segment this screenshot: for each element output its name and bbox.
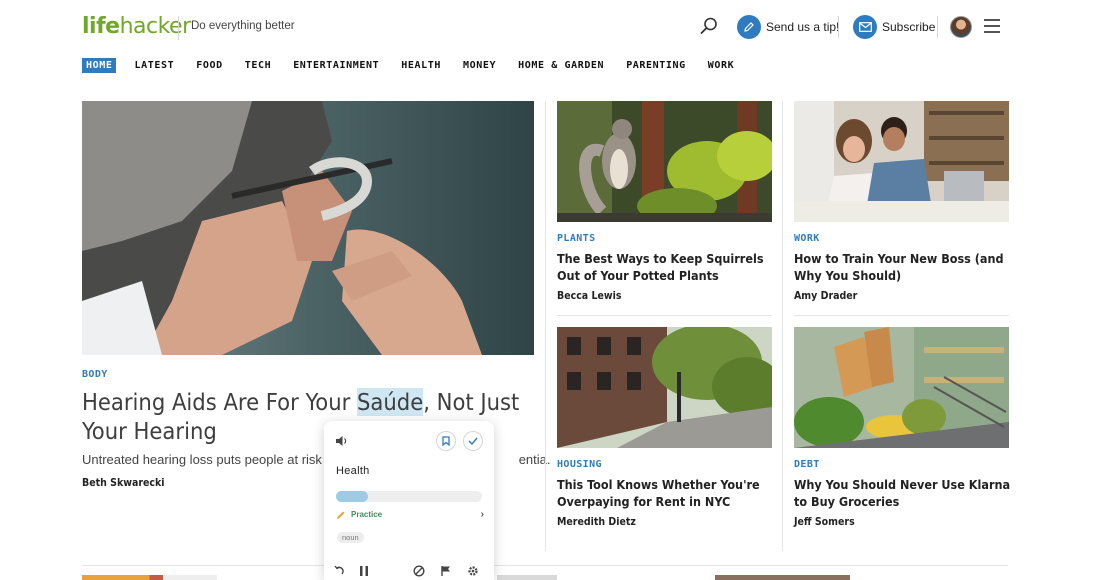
nav-item-money[interactable]: MONEY [459,58,500,73]
card-image-nyc-street[interactable] [557,327,772,448]
pencil-icon [737,15,761,39]
nav-item-parenting[interactable]: PARENTING [622,58,690,73]
card-title[interactable]: How to Train Your New Boss (and Why You … [794,250,1012,284]
send-tip-label: Send us a tip! [766,20,840,34]
hamburger-menu-icon[interactable] [984,19,1000,33]
hero-title-text: Hearing Aids Are For Your [82,388,357,416]
next-section-thumbnail[interactable] [497,575,557,580]
header-divider [838,16,839,38]
practice-label: Practice [351,510,383,519]
section-divider [82,565,1008,566]
card-image-office-meeting[interactable] [794,101,1009,222]
mail-icon [853,15,877,39]
logo-part-life: life [82,14,120,39]
check-icon [468,437,478,445]
flag-icon[interactable] [440,565,452,577]
send-tip-button[interactable]: Send us a tip! [737,15,839,39]
chevron-right-icon: › [480,509,484,520]
subscribe-label: Subscribe [882,20,936,34]
nav-item-health[interactable]: HEALTH [397,58,445,73]
pause-icon[interactable] [358,565,370,577]
card-title[interactable]: Why You Should Never Use Klarna to Buy G… [794,476,1012,510]
highlighted-word[interactable]: Saúde [357,388,424,416]
popup-toolbar [334,565,486,579]
site-logo[interactable]: lifehacker [82,14,191,39]
learning-progress-fill [336,491,369,502]
hero-author[interactable]: Beth Skwarecki [82,477,165,489]
hero-kicker[interactable]: BODY [82,369,108,380]
mark-known-button[interactable] [463,431,483,451]
search-icon[interactable] [699,16,719,36]
card-title[interactable]: The Best Ways to Keep Squirrels Out of Y… [557,250,775,284]
user-avatar[interactable] [950,16,972,38]
card-image-groceries[interactable] [794,327,1009,448]
bookmark-icon [442,436,450,446]
settings-gear-icon[interactable] [467,565,479,577]
logo-part-hacker: hacker [119,14,192,39]
row-divider [557,315,772,316]
nav-item-home-garden[interactable]: HOME & GARDEN [514,58,608,73]
main-nav: HOME LATEST FOOD TECH ENTERTAINMENT HEAL… [82,57,752,73]
column-divider [782,101,783,551]
pencil-icon [337,511,345,519]
hero-image-hearing-aid[interactable] [82,101,534,355]
card-image-squirrel[interactable] [557,101,772,222]
popup-translation-word: Health [336,465,370,477]
learning-progress-bar [336,491,482,502]
card-kicker[interactable]: DEBT [794,459,820,470]
column-divider [545,101,546,551]
hero-subtitle-left: Untreated hearing loss puts people at ri… [82,452,341,467]
card-kicker[interactable]: HOUSING [557,459,602,470]
practice-link[interactable]: Practice › [336,509,484,520]
card-author[interactable]: Jeff Somers [794,516,855,528]
card-author[interactable]: Becca Lewis [557,290,621,302]
card-title[interactable]: This Tool Knows Whether You're Overpayin… [557,476,775,510]
site-tagline: Do everything better [191,20,295,32]
bookmark-button[interactable] [436,431,456,451]
next-section-thumbnail[interactable] [715,575,850,580]
translation-popup: Health Practice › noun [324,421,494,580]
header-divider [937,16,938,38]
nav-item-entertainment[interactable]: ENTERTAINMENT [289,58,383,73]
speaker-icon[interactable] [335,435,349,447]
row-divider [794,315,1009,316]
nav-item-home[interactable]: HOME [82,57,117,73]
nav-item-work[interactable]: WORK [704,58,738,73]
card-kicker[interactable]: PLANTS [557,233,596,244]
nav-item-tech[interactable]: TECH [241,58,275,73]
next-section-thumbnail[interactable] [82,575,217,580]
site-header: lifehacker Do everything better Send us … [0,0,1100,56]
card-author[interactable]: Meredith Dietz [557,516,636,528]
nav-item-food[interactable]: FOOD [192,58,226,73]
header-divider [178,16,179,40]
block-icon[interactable] [413,565,425,577]
subscribe-button[interactable]: Subscribe [853,15,935,39]
undo-icon[interactable] [334,565,346,577]
card-author[interactable]: Amy Drader [794,290,857,302]
nav-item-latest[interactable]: LATEST [130,58,178,73]
part-of-speech-badge: noun [337,532,364,543]
card-kicker[interactable]: WORK [794,233,820,244]
